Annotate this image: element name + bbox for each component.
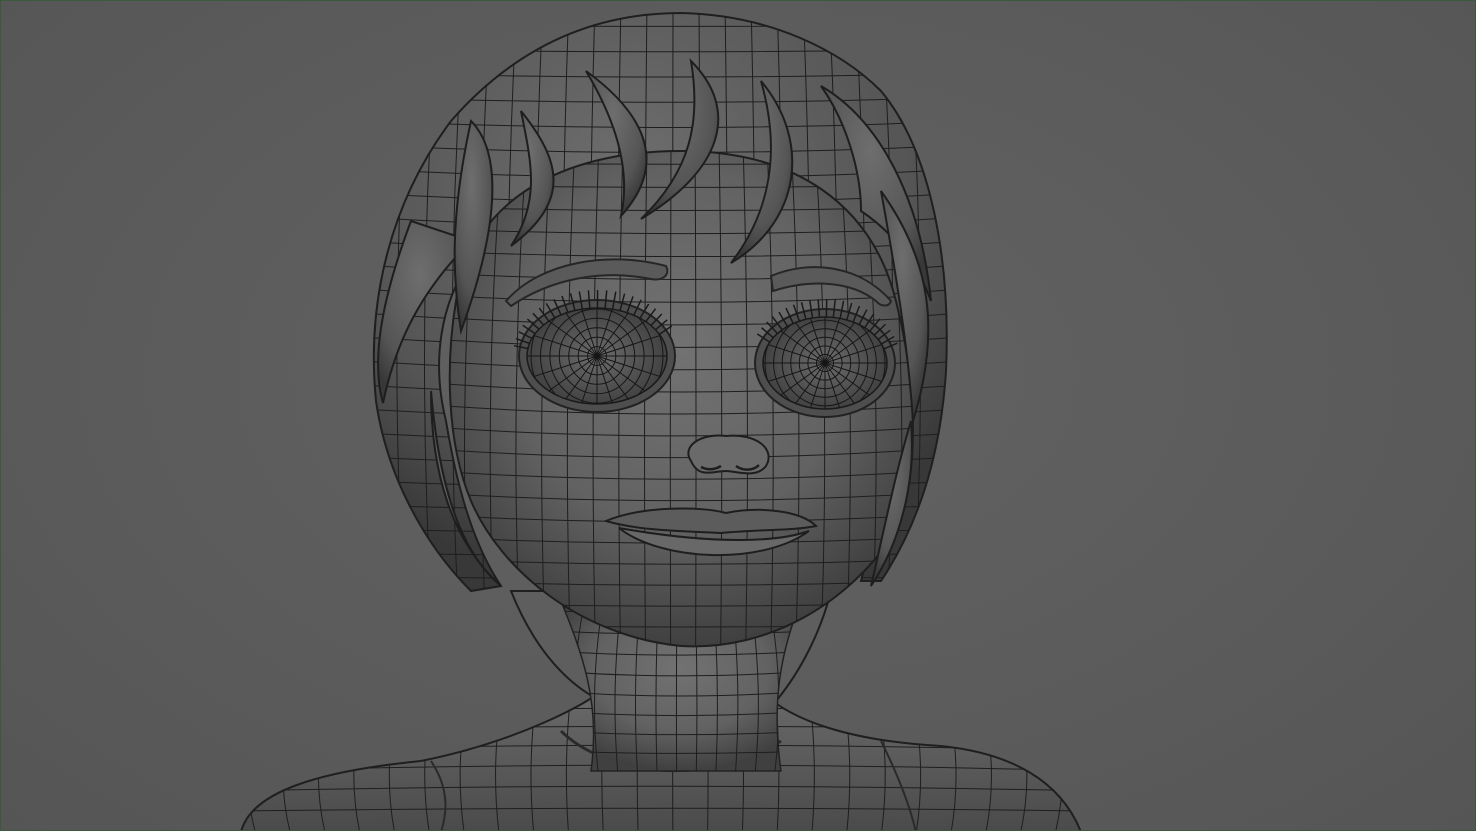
character-mesh-render	[240, 11, 1082, 830]
3d-viewport[interactable]	[0, 0, 1476, 831]
nose	[687, 434, 770, 475]
